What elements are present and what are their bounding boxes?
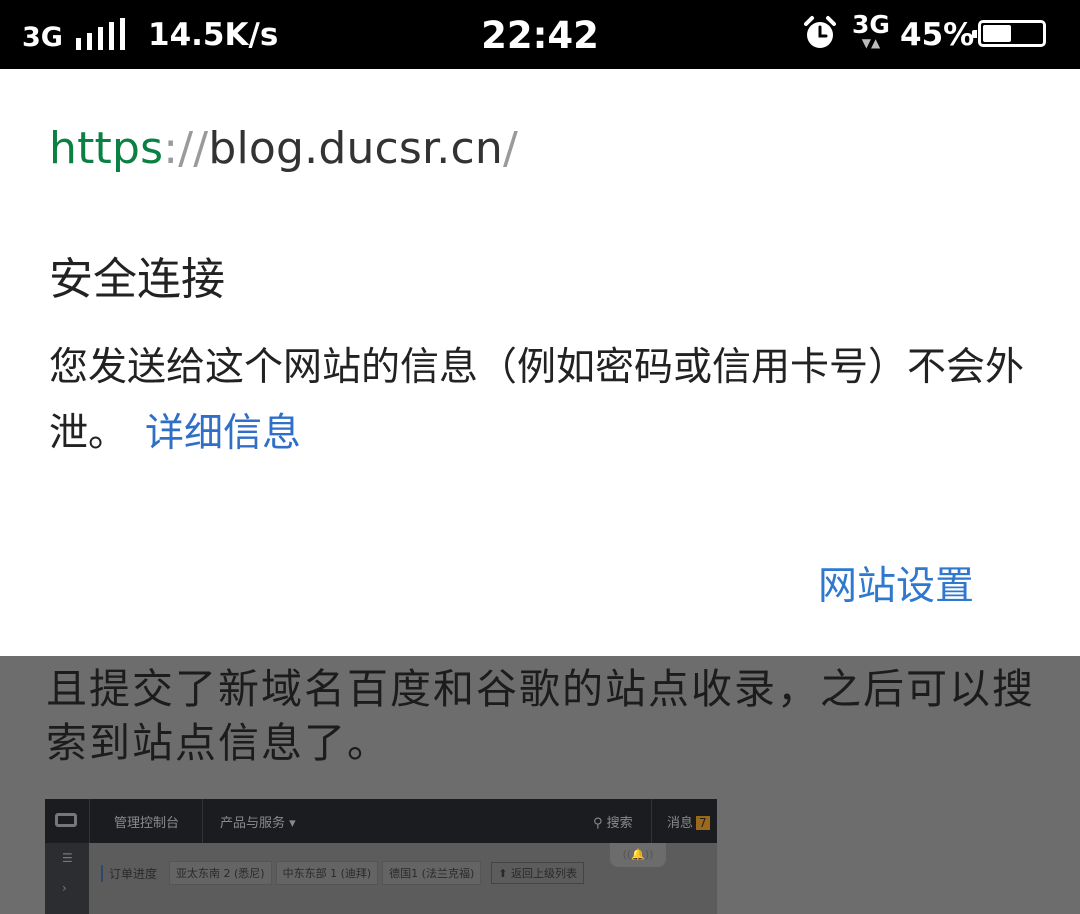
- connection-info-popup: https://blog.ducsr.cn/ 安全连接 您发送给这个网站的信息（…: [0, 69, 1080, 656]
- region-tab: 德国1 (法兰克福): [382, 861, 482, 885]
- url-host: blog.ducsr.cn: [208, 123, 503, 174]
- battery-percent: 45%: [900, 17, 975, 53]
- site-settings-button[interactable]: 网站设置: [818, 555, 974, 611]
- screenshot-tabs: 订单进度 亚太东南 2 (悉尼) 中东东部 1 (迪拜) 德国1 (法兰克福) …: [101, 861, 584, 885]
- nav-messages-label: 消息: [667, 816, 694, 831]
- nav-messages: 消息 7: [667, 812, 710, 831]
- breadcrumb: 订单进度: [101, 864, 157, 882]
- alarm-clock-icon: [804, 16, 836, 48]
- back-to-list-button: ⬆ 返回上级列表: [491, 862, 584, 884]
- region-tab: 亚太东南 2 (悉尼): [169, 861, 272, 885]
- mobile-data-indicator: 3G ▼▲: [852, 12, 890, 49]
- screenshot-sidebar: ☰ ›: [45, 843, 89, 914]
- page-url: https://blog.ducsr.cn/: [49, 123, 518, 174]
- nav-products: 产品与服务 ▾: [220, 816, 296, 831]
- mobile-data-label: 3G: [852, 10, 890, 39]
- article-screenshot: 管理控制台 产品与服务 ▾ ⚲ 搜索 消息 7 ☰ › ((🔔)) 订单进度 亚太…: [45, 799, 717, 914]
- nav-search-label: 搜索: [606, 816, 633, 831]
- article-text: 且提交了新域名百度和谷歌的站点收录，之后可以搜索到站点信息了。: [46, 665, 1035, 767]
- bell-icon: ((🔔)): [610, 843, 666, 867]
- chevron-right-icon: ›: [62, 881, 67, 895]
- url-trailing-slash: /: [502, 123, 518, 174]
- cloud-logo-icon: [55, 813, 77, 827]
- screenshot-navbar: 管理控制台 产品与服务 ▾ ⚲ 搜索 消息 7: [45, 799, 717, 843]
- connection-description: 您发送给这个网站的信息（例如密码或信用卡号）不会外泄。 详细信息: [49, 335, 1039, 467]
- url-separator: ://: [163, 123, 209, 174]
- background-page: 且提交了新域名百度和谷歌的站点收录，之后可以搜索到站点信息了。 管理控制台 产品…: [0, 656, 1080, 914]
- region-tab: 中东东部 1 (迪拜): [275, 861, 379, 885]
- messages-count-badge: 7: [696, 816, 710, 830]
- search-icon: ⚲: [593, 816, 603, 831]
- nav-search: ⚲ 搜索: [593, 812, 633, 831]
- menu-icon: ☰: [62, 851, 73, 865]
- details-link[interactable]: 详细信息: [145, 411, 301, 456]
- status-bar: 3G 14.5K/s 22:42 3G ▼▲ 45%: [0, 0, 1080, 69]
- battery-icon: [972, 20, 1046, 47]
- url-scheme: https: [49, 123, 164, 174]
- connection-title: 安全连接: [49, 254, 225, 305]
- nav-console: 管理控制台: [114, 816, 180, 831]
